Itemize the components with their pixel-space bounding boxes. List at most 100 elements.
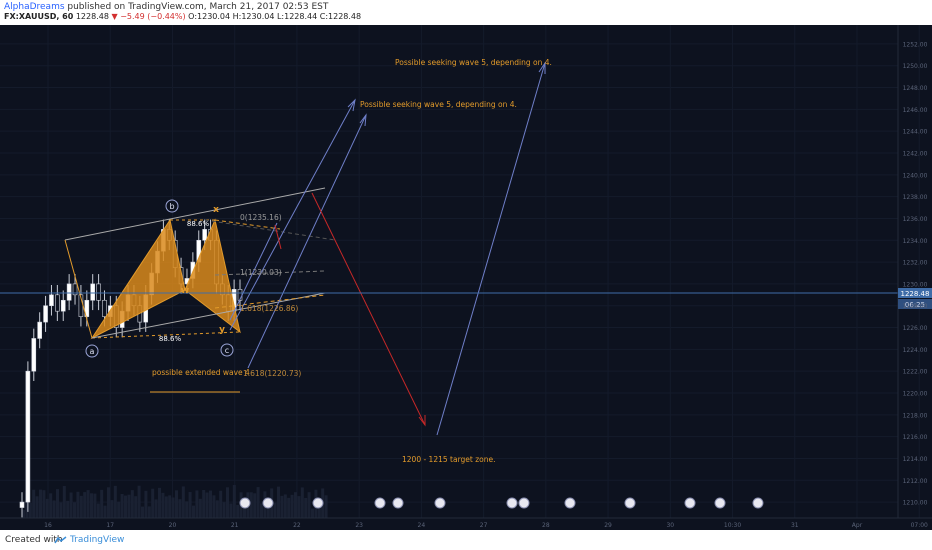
volume-bar — [127, 494, 131, 518]
x-tick-label: 31 — [791, 522, 799, 529]
volume-bar — [277, 486, 280, 518]
volume-bar — [93, 493, 97, 518]
y-tick-label: 1224.00 — [903, 347, 928, 354]
point-x-label: x — [213, 205, 219, 215]
volume-bar — [273, 502, 277, 518]
volume-bar — [35, 496, 39, 518]
volume-bar — [76, 491, 80, 518]
y-tick-label: 1244.00 — [903, 129, 928, 136]
author-link[interactable]: AlphaDreams — [4, 2, 65, 12]
x-tick-label: Apr — [852, 522, 863, 529]
volume-bar — [236, 504, 240, 518]
volume-bar — [205, 492, 209, 518]
fib-ext-b-label: 1.618(1220.73) — [243, 369, 301, 378]
x-tick-label: 28 — [542, 522, 550, 529]
candle-body — [37, 321, 42, 339]
economic-event-icon — [374, 497, 386, 509]
wave5-text-a: Possible seeking wave 5, depending on 4. — [360, 100, 517, 109]
volume-bar — [287, 497, 291, 518]
fib-zero-label: 0(1235.16) — [240, 213, 282, 222]
y-tick-label: 1250.00 — [903, 63, 928, 70]
volume-bar — [226, 487, 229, 518]
volume-bar — [49, 493, 53, 518]
tradingview-brand[interactable]: TradingView — [70, 535, 124, 545]
channel-upper — [64, 187, 326, 241]
down-arrowhead — [418, 415, 426, 427]
y-tick-label: 1228.00 — [903, 303, 928, 310]
economic-event-icon — [624, 497, 636, 509]
volume-bar — [154, 499, 158, 518]
fib-ext-a-label: 1.618(1226.86) — [240, 304, 298, 313]
volume-bar — [42, 490, 46, 518]
x-tick-label: 22 — [293, 522, 301, 529]
economic-event-icon — [434, 497, 446, 509]
target-zone-text: 1200 - 1215 target zone. — [402, 455, 496, 464]
y-tick-label: 1218.00 — [903, 412, 928, 419]
candle-body — [49, 294, 54, 307]
volume-bar — [253, 493, 257, 518]
point-c-label: c — [225, 346, 229, 355]
volume-bar — [300, 487, 304, 518]
volume-bar — [185, 501, 189, 518]
y-tick-label: 1234.00 — [903, 238, 928, 245]
ohlc-values: O:1230.04 H:1230.04 L:1228.44 C:1228.48 — [188, 12, 362, 21]
volume-bar — [56, 489, 59, 518]
chart-area[interactable]: b a c w x y 88.6% 88.6% 0(1235.16) 1(123… — [0, 25, 932, 530]
last-price-tag-text: 1228.48 — [901, 290, 930, 298]
candle-body — [96, 283, 101, 301]
volume-bar — [137, 485, 141, 518]
volume-bar — [158, 487, 161, 518]
candle-body — [25, 370, 31, 503]
point-w-label: w — [181, 286, 189, 296]
symbol-label: FX:XAUUSD, 60 — [4, 12, 74, 21]
economic-event-icon — [684, 497, 696, 509]
volume-bar — [86, 490, 90, 518]
candle-body — [60, 299, 66, 312]
wave5-text-b: Possible seeking wave 5, depending on 4. — [395, 58, 552, 67]
y-tick-label: 1212.00 — [903, 478, 928, 485]
ratio-ab-label: 88.6% — [159, 335, 182, 343]
volume-bar — [90, 493, 93, 518]
x-tick-label: 17 — [106, 522, 114, 529]
economic-event-icon — [312, 497, 324, 509]
economic-event-icon — [506, 497, 518, 509]
x-tick-label: 29 — [604, 522, 612, 529]
y-tick-label: 1242.00 — [903, 151, 928, 158]
volume-bar — [164, 496, 168, 518]
y-tick-label: 1210.00 — [903, 500, 928, 507]
x-tick-label: 07:00 — [911, 522, 928, 529]
x-tick-label: 27 — [480, 522, 488, 529]
volume-bar — [144, 490, 148, 518]
chart-svg[interactable]: b a c w x y 88.6% 88.6% 0(1235.16) 1(123… — [0, 25, 932, 530]
tradingview-logo-icon — [54, 536, 67, 544]
volume-bar — [229, 503, 233, 518]
economic-event-icon — [714, 497, 726, 509]
volume-bar — [161, 492, 165, 518]
ratio-xb-label: 88.6% — [187, 220, 210, 228]
volume-bar — [324, 495, 328, 518]
candle-body — [102, 299, 107, 317]
candle-body — [19, 501, 25, 508]
volume-bar — [232, 485, 236, 518]
economic-event-icon — [392, 497, 404, 509]
economic-event-icon — [518, 497, 530, 509]
volume-bar — [52, 500, 56, 518]
volume-bar — [256, 487, 260, 518]
volume-bar — [124, 495, 127, 518]
volume-bar — [294, 492, 297, 518]
volume-bar — [249, 492, 253, 518]
volume-bar — [178, 499, 182, 518]
volume-bar — [59, 502, 63, 518]
price-change: −5.49 (−0.44%) — [120, 12, 186, 21]
volume-bar — [280, 495, 284, 518]
point-a-label: a — [90, 347, 95, 356]
candle-body — [55, 294, 60, 312]
economic-event-icon — [262, 497, 274, 509]
symbol-info-line: FX:XAUUSD, 60 1228.48 ▼ −5.49 (−0.44%) O… — [4, 12, 361, 21]
volume-bar — [307, 492, 311, 518]
x-tick-label: 23 — [355, 522, 363, 529]
volume-bar — [113, 485, 117, 518]
volume-bar — [195, 490, 199, 518]
volume-bar — [290, 494, 294, 518]
volume-bar — [120, 493, 124, 518]
